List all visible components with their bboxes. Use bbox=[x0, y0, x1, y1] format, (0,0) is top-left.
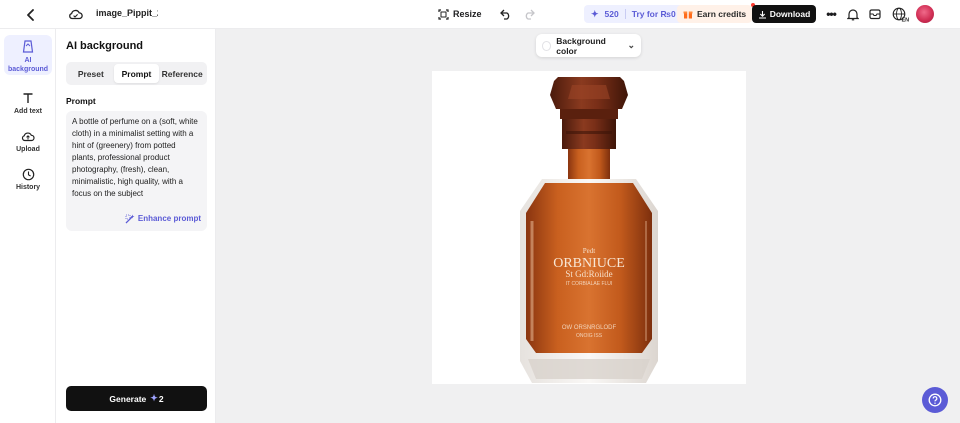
download-button[interactable]: Download bbox=[752, 5, 816, 23]
mode-tabs: Preset Prompt Reference bbox=[66, 62, 207, 85]
enhance-prompt-label: Enhance prompt bbox=[137, 214, 201, 223]
question-icon bbox=[928, 393, 942, 407]
resize-label: Resize bbox=[453, 9, 482, 19]
tool-rail: AI background Add text Upload History bbox=[0, 29, 56, 423]
bottle-label-top: Pedt bbox=[583, 247, 596, 255]
divider bbox=[624, 9, 626, 19]
file-name[interactable]: image_Pippit_2( bbox=[96, 8, 158, 18]
download-icon bbox=[758, 10, 766, 19]
ai-background-icon bbox=[21, 39, 35, 53]
try-for-label: Try for ₨0 bbox=[631, 9, 676, 19]
redo-icon bbox=[525, 9, 535, 20]
undo-icon bbox=[500, 9, 510, 20]
redo-button[interactable] bbox=[522, 6, 536, 22]
bottle-label-sub: St Gd:Roiide bbox=[565, 269, 612, 279]
language-button[interactable]: EN bbox=[891, 5, 909, 23]
more-icon: ••• bbox=[826, 7, 837, 21]
resize-button[interactable]: Resize bbox=[438, 5, 482, 23]
rail-label: Add text bbox=[14, 108, 42, 115]
sparkle-icon: ✦ bbox=[150, 393, 158, 403]
tab-reference[interactable]: Reference bbox=[159, 64, 205, 83]
generate-cost: ✦ 2 bbox=[150, 393, 163, 404]
rail-item-ai-background[interactable]: AI background bbox=[4, 35, 52, 75]
image-canvas[interactable]: Pedt ORBNIUCE St Gd:Roiide IT CORBIALAE … bbox=[432, 71, 746, 384]
earn-credits-label: Earn credits bbox=[697, 9, 747, 19]
chevron-left-icon bbox=[27, 9, 34, 21]
color-swatch bbox=[542, 40, 552, 51]
bottle-label-bottom-2: ONOIG ISS bbox=[576, 333, 603, 339]
panel-title: AI background bbox=[66, 40, 144, 52]
generate-button[interactable]: Generate ✦ 2 bbox=[66, 386, 207, 411]
history-icon bbox=[21, 167, 35, 181]
chevron-down-icon: ⌄ bbox=[627, 40, 635, 50]
bell-icon bbox=[847, 8, 859, 20]
magic-wand-icon bbox=[125, 214, 135, 224]
rail-item-add-text[interactable]: Add text bbox=[4, 91, 52, 115]
globe-icon: EN bbox=[892, 7, 909, 22]
rail-label: History bbox=[15, 184, 41, 191]
cloud-icon bbox=[68, 9, 83, 20]
rail-label: AI background bbox=[8, 57, 49, 73]
cloud-save-button[interactable] bbox=[67, 6, 83, 22]
tab-preset[interactable]: Preset bbox=[68, 64, 114, 83]
inbox-button[interactable] bbox=[868, 6, 882, 22]
generate-cost-value: 2 bbox=[158, 393, 164, 404]
user-avatar[interactable] bbox=[916, 5, 934, 23]
prompt-text: A bottle of perfume on a (soft, white cl… bbox=[72, 117, 198, 198]
help-button[interactable] bbox=[922, 387, 948, 413]
tray-icon bbox=[869, 9, 881, 20]
resize-icon bbox=[438, 8, 449, 20]
rail-label: Upload bbox=[16, 146, 40, 153]
language-code: EN bbox=[901, 17, 909, 22]
upload-icon bbox=[21, 129, 35, 143]
earn-credits-button[interactable]: Earn credits bbox=[677, 3, 756, 23]
perfume-bottle-image: Pedt ORBNIUCE St Gd:Roiide IT CORBIALAE … bbox=[520, 77, 658, 383]
sparkle-icon: ✦ bbox=[591, 8, 599, 19]
generate-label: Generate bbox=[109, 393, 147, 404]
undo-button[interactable] bbox=[499, 6, 513, 22]
rail-item-history[interactable]: History bbox=[4, 167, 52, 191]
credits-amount: 520 bbox=[604, 9, 619, 19]
back-button[interactable] bbox=[22, 6, 40, 24]
ai-background-panel: AI background Preset Prompt Reference Pr… bbox=[56, 29, 216, 423]
background-color-label: Background color bbox=[556, 35, 606, 56]
notifications-button[interactable] bbox=[846, 6, 860, 22]
gift-icon bbox=[683, 11, 693, 19]
more-options-button[interactable]: ••• bbox=[824, 6, 838, 22]
background-color-dropdown[interactable]: Background color ⌄ bbox=[536, 34, 641, 57]
rail-item-upload[interactable]: Upload bbox=[4, 129, 52, 153]
text-icon bbox=[21, 91, 35, 105]
tab-prompt[interactable]: Prompt bbox=[113, 64, 160, 83]
bottle-label-small: IT CORBIALAE FLUI bbox=[566, 281, 613, 287]
top-bar: image_Pippit_2( Resize ✦ 520 Try for ₨0 … bbox=[0, 0, 960, 29]
enhance-prompt-button[interactable]: Enhance prompt bbox=[125, 213, 201, 225]
prompt-textarea[interactable]: A bottle of perfume on a (soft, white cl… bbox=[66, 111, 207, 231]
credits-pill[interactable]: ✦ 520 Try for ₨0 bbox=[584, 5, 683, 23]
prompt-section-label: Prompt bbox=[66, 96, 96, 106]
download-label: Download bbox=[769, 9, 811, 19]
bottle-label-bottom: OW ORSNRGLODF bbox=[562, 325, 617, 331]
